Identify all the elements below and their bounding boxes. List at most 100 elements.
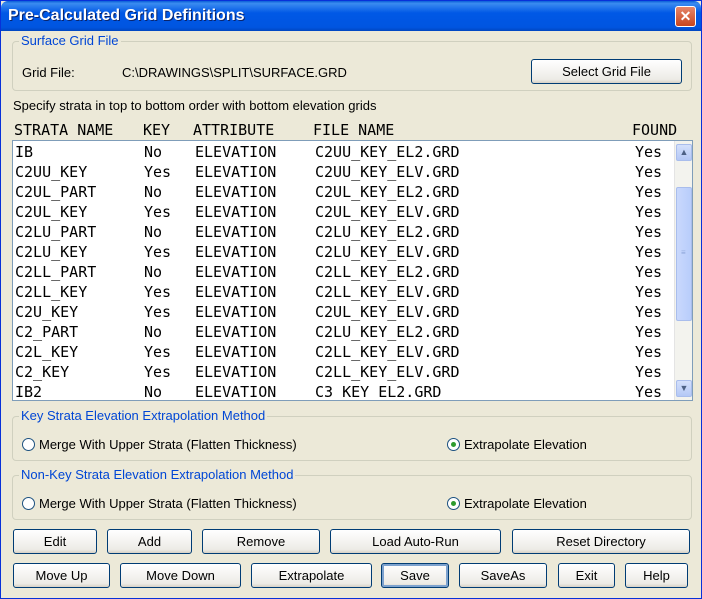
file-name-cell: C3_KEY_EL2.GRD <box>315 383 442 401</box>
table-row[interactable]: C2LU_PART No ELEVATION C2LU_KEY_EL2.GRD Yes <box>13 222 673 242</box>
file-name-cell: C2LU_KEY_ELV.GRD <box>315 243 460 261</box>
reset-directory-button[interactable]: Reset Directory <box>512 529 690 554</box>
strata-name-cell: C2UL_KEY <box>15 203 88 221</box>
instructions-text: Specify strata in top to bottom order wi… <box>13 98 377 113</box>
file-name-cell: C2UU_KEY_ELV.GRD <box>315 163 460 181</box>
exit-button[interactable]: Exit <box>558 563 615 588</box>
help-button[interactable]: Help <box>625 563 688 588</box>
key-cell: Yes <box>144 203 172 221</box>
file-name-cell: C2UL_KEY_EL2.GRD <box>315 183 460 201</box>
table-row[interactable]: C2LL_KEY Yes ELEVATION C2LL_KEY_ELV.GRD Yes <box>13 282 673 302</box>
table-row[interactable]: C2_KEY Yes ELEVATION C2LL_KEY_ELV.GRD Yes <box>13 362 673 382</box>
file-name-cell: C2LL_KEY_EL2.GRD <box>315 263 460 281</box>
file-name-cell: C2UL_KEY_ELV.GRD <box>315 203 460 221</box>
key-extrapolate-radio[interactable]: Extrapolate Elevation <box>447 437 587 452</box>
radio-unchecked-icon <box>22 438 35 451</box>
nonkey-merge-radio[interactable]: Merge With Upper Strata (Flatten Thickne… <box>22 496 297 511</box>
strata-name-cell: IB2 <box>15 383 43 401</box>
attribute-cell: ELEVATION <box>195 283 277 301</box>
surface-grid-group-title: Surface Grid File <box>19 33 121 48</box>
list-scrollbar[interactable]: ▲ ≡ ▼ <box>674 141 692 400</box>
found-cell: Yes <box>635 223 663 241</box>
table-row[interactable]: C2UL_PART No ELEVATION C2UL_KEY_EL2.GRD Yes <box>13 182 673 202</box>
strata-name-cell: C2_PART <box>15 323 79 341</box>
scroll-down-arrow-icon[interactable]: ▼ <box>676 380 692 397</box>
key-cell: Yes <box>144 243 172 261</box>
found-cell: Yes <box>635 143 663 161</box>
header-found: FOUND <box>632 121 678 139</box>
edit-button[interactable]: Edit <box>13 529 97 554</box>
nonkey-extrapolate-label: Extrapolate Elevation <box>464 496 587 511</box>
found-cell: Yes <box>635 243 663 261</box>
close-button[interactable]: ✕ <box>675 6 696 27</box>
table-row[interactable]: C2LL_PART No ELEVATION C2LL_KEY_EL2.GRD Yes <box>13 262 673 282</box>
strata-list[interactable]: IB No ELEVATION C2UU_KEY_EL2.GRD Yes C2UU_KE… <box>12 140 693 401</box>
key-cell: Yes <box>144 163 172 181</box>
table-row[interactable]: IB No ELEVATION C2UU_KEY_EL2.GRD Yes <box>13 142 673 162</box>
strata-name-cell: C2LL_KEY <box>15 283 88 301</box>
key-cell: No <box>144 323 163 341</box>
found-cell: Yes <box>635 323 663 341</box>
grip-icon: ≡ <box>681 248 686 257</box>
strata-name-cell: C2LU_PART <box>15 223 97 241</box>
scroll-thumb[interactable]: ≡ <box>676 187 692 321</box>
nonkey-merge-label: Merge With Upper Strata (Flatten Thickne… <box>39 496 297 511</box>
attribute-cell: ELEVATION <box>195 183 277 201</box>
key-cell: No <box>144 263 163 281</box>
table-row[interactable]: C2LU_KEY Yes ELEVATION C2LU_KEY_ELV.GRD Yes <box>13 242 673 262</box>
add-button[interactable]: Add <box>107 529 192 554</box>
header-strata-name: STRATA NAME <box>14 121 114 139</box>
table-row[interactable]: C2L_KEY Yes ELEVATION C2LL_KEY_ELV.GRD Yes <box>13 342 673 362</box>
strata-name-cell: C2UU_KEY <box>15 163 88 181</box>
strata-name-cell: C2U_KEY <box>15 303 79 321</box>
nonkey-extrapolate-radio[interactable]: Extrapolate Elevation <box>447 496 587 511</box>
key-cell: No <box>144 183 163 201</box>
key-extrapolate-label: Extrapolate Elevation <box>464 437 587 452</box>
select-grid-file-button[interactable]: Select Grid File <box>531 59 682 84</box>
file-name-cell: C2UL_KEY_ELV.GRD <box>315 303 460 321</box>
attribute-cell: ELEVATION <box>195 303 277 321</box>
strata-name-cell: IB <box>15 143 34 161</box>
key-merge-radio[interactable]: Merge With Upper Strata (Flatten Thickne… <box>22 437 297 452</box>
strata-name-cell: C2LL_PART <box>15 263 97 281</box>
grid-file-path: C:\DRAWINGS\SPLIT\SURFACE.GRD <box>122 65 347 80</box>
load-auto-run-button[interactable]: Load Auto-Run <box>330 529 501 554</box>
strata-name-cell: C2LU_KEY <box>15 243 88 261</box>
header-attribute: ATTRIBUTE <box>193 121 275 139</box>
found-cell: Yes <box>635 363 663 381</box>
found-cell: Yes <box>635 283 663 301</box>
extrapolate-button[interactable]: Extrapolate <box>251 563 372 588</box>
radio-checked-icon <box>447 497 460 510</box>
radio-checked-icon <box>447 438 460 451</box>
file-name-cell: C2LU_KEY_EL2.GRD <box>315 323 460 341</box>
found-cell: Yes <box>635 163 663 181</box>
key-cell: Yes <box>144 283 172 301</box>
attribute-cell: ELEVATION <box>195 343 277 361</box>
key-cell: Yes <box>144 303 172 321</box>
save-button[interactable]: Save <box>381 563 449 588</box>
file-name-cell: C2UU_KEY_EL2.GRD <box>315 143 460 161</box>
title-bar[interactable]: Pre-Calculated Grid Definitions ✕ <box>1 1 701 31</box>
strata-name-cell: C2UL_PART <box>15 183 97 201</box>
scroll-up-arrow-icon[interactable]: ▲ <box>676 144 692 161</box>
key-cell: Yes <box>144 343 172 361</box>
table-row[interactable]: IB2 No ELEVATION C3_KEY_EL2.GRD Yes <box>13 382 673 401</box>
found-cell: Yes <box>635 343 663 361</box>
remove-button[interactable]: Remove <box>202 529 320 554</box>
attribute-cell: ELEVATION <box>195 243 277 261</box>
found-cell: Yes <box>635 183 663 201</box>
move-up-button[interactable]: Move Up <box>13 563 110 588</box>
attribute-cell: ELEVATION <box>195 323 277 341</box>
strata-name-cell: C2_KEY <box>15 363 70 381</box>
nonkey-method-group-title: Non-Key Strata Elevation Extrapolation M… <box>19 467 296 482</box>
table-row[interactable]: C2_PART No ELEVATION C2LU_KEY_EL2.GRD Yes <box>13 322 673 342</box>
key-cell: No <box>144 383 163 401</box>
table-row[interactable]: C2UL_KEY Yes ELEVATION C2UL_KEY_ELV.GRD Yes <box>13 202 673 222</box>
attribute-cell: ELEVATION <box>195 143 277 161</box>
move-down-button[interactable]: Move Down <box>120 563 241 588</box>
attribute-cell: ELEVATION <box>195 263 277 281</box>
save-as-button[interactable]: SaveAs <box>459 563 547 588</box>
file-name-cell: C2LL_KEY_ELV.GRD <box>315 343 460 361</box>
table-row[interactable]: C2U_KEY Yes ELEVATION C2UL_KEY_ELV.GRD Yes <box>13 302 673 322</box>
table-row[interactable]: C2UU_KEY Yes ELEVATION C2UU_KEY_ELV.GRD Yes <box>13 162 673 182</box>
